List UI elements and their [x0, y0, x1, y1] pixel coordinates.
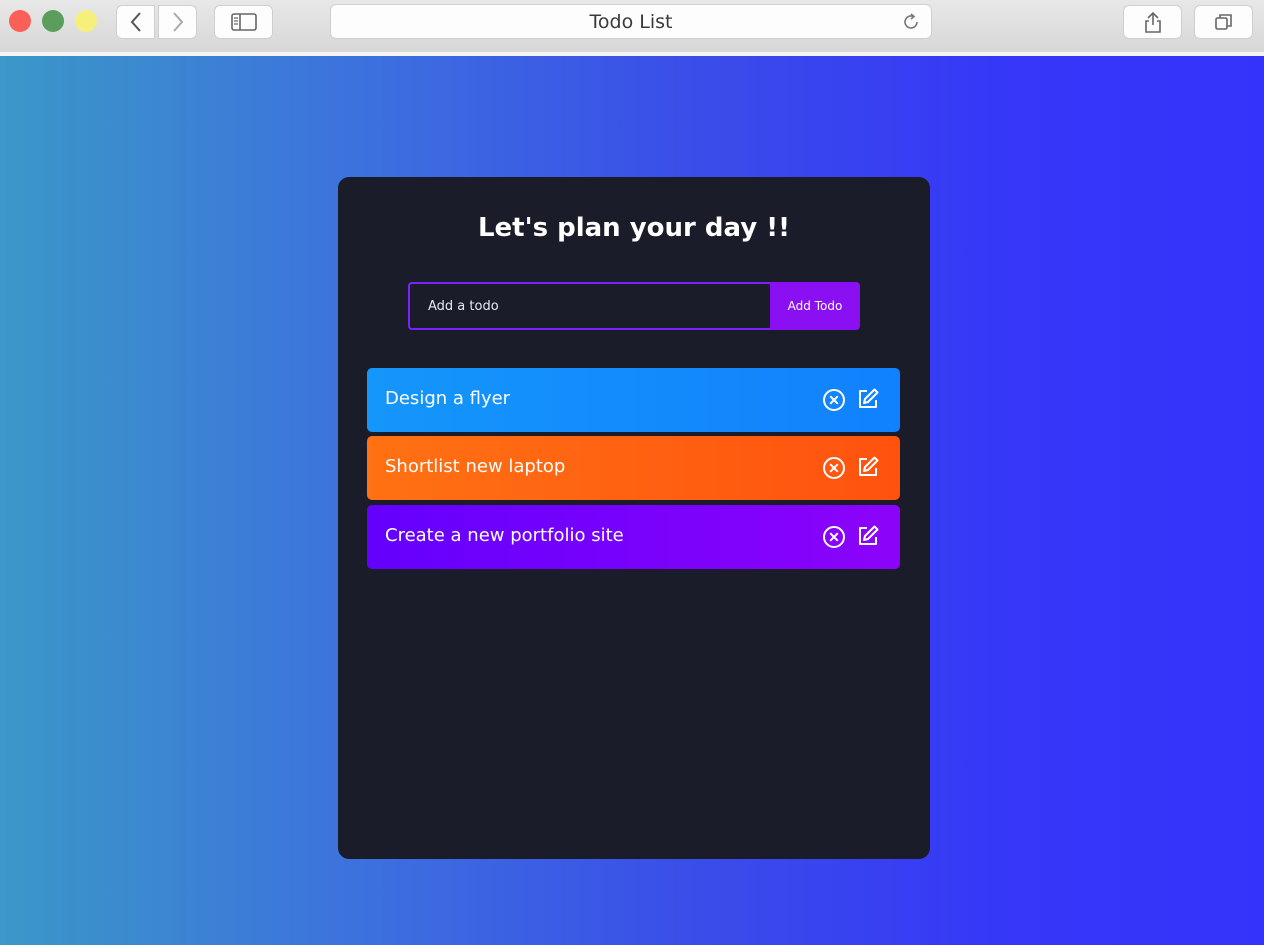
- add-todo-button[interactable]: Add Todo: [770, 282, 860, 330]
- close-circle-icon[interactable]: [822, 456, 846, 480]
- back-button[interactable]: [116, 5, 155, 39]
- todo-item[interactable]: Design a flyer: [367, 368, 900, 432]
- share-button[interactable]: [1123, 5, 1182, 39]
- sidebar-toggle-button[interactable]: [214, 5, 273, 39]
- sidebar-icon: [230, 13, 257, 31]
- close-circle-icon[interactable]: [822, 388, 846, 412]
- browser-toolbar: Todo List: [0, 0, 1264, 56]
- todo-form: Add Todo: [408, 282, 860, 330]
- close-circle-icon[interactable]: [822, 525, 846, 549]
- zoom-window-button[interactable]: [75, 10, 97, 32]
- todo-input[interactable]: [408, 282, 771, 330]
- todo-item-text: Create a new portfolio site: [385, 525, 624, 546]
- todo-item-text: Shortlist new laptop: [385, 456, 566, 477]
- edit-icon[interactable]: [856, 455, 880, 479]
- edit-icon[interactable]: [856, 524, 880, 548]
- todo-item[interactable]: Shortlist new laptop: [367, 436, 900, 500]
- todo-card: Let's plan your day !! Add Todo Design a…: [338, 177, 930, 859]
- chevron-left-icon: [130, 12, 141, 32]
- reload-icon[interactable]: [900, 11, 922, 33]
- todo-item-text: Design a flyer: [385, 388, 511, 409]
- todo-item[interactable]: Create a new portfolio site: [367, 505, 900, 569]
- page-background: Let's plan your day !! Add Todo Design a…: [0, 56, 1264, 945]
- chevron-right-icon: [172, 12, 183, 32]
- edit-icon[interactable]: [856, 387, 880, 411]
- tabs-icon: [1214, 14, 1232, 30]
- address-bar[interactable]: Todo List: [330, 4, 932, 39]
- show-tabs-button[interactable]: [1194, 5, 1253, 39]
- forward-button[interactable]: [158, 5, 197, 39]
- minimize-window-button[interactable]: [42, 10, 64, 32]
- share-icon: [1144, 11, 1161, 33]
- app-heading: Let's plan your day !!: [477, 213, 790, 243]
- page-title: Todo List: [589, 11, 673, 33]
- close-window-button[interactable]: [9, 10, 31, 32]
